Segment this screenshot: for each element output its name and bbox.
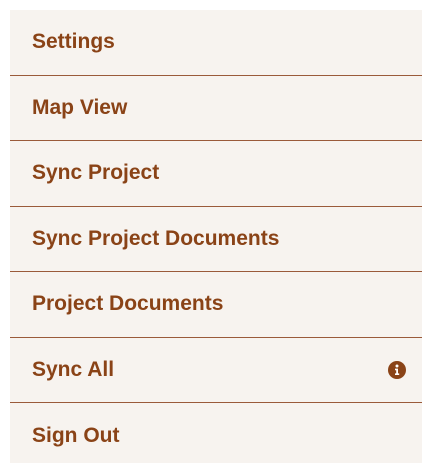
side-menu: Settings Map View Sync Project Sync Proj… (10, 10, 422, 463)
menu-item-label: Settings (32, 30, 115, 54)
info-icon[interactable] (388, 360, 406, 379)
menu-item-label: Map View (32, 95, 128, 119)
menu-item-sync-project[interactable]: Sync Project (10, 141, 422, 207)
menu-item-label: Project Documents (32, 292, 224, 316)
menu-item-label: Sync Project Documents (32, 226, 280, 250)
menu-item-sync-project-documents[interactable]: Sync Project Documents (10, 207, 422, 272)
menu-item-sign-out[interactable]: Sign Out (10, 403, 422, 469)
menu-item-map-view[interactable]: Map View (10, 76, 422, 141)
info-icon-graphic (388, 360, 406, 379)
menu-item-project-documents[interactable]: Project Documents (10, 272, 422, 338)
menu-item-label: Sync Project (32, 161, 160, 185)
menu-item-settings[interactable]: Settings (10, 10, 422, 76)
menu-item-label: Sync All (32, 357, 115, 381)
menu-item-label: Sign Out (32, 423, 120, 447)
menu-item-sync-all[interactable]: Sync All (10, 338, 422, 403)
